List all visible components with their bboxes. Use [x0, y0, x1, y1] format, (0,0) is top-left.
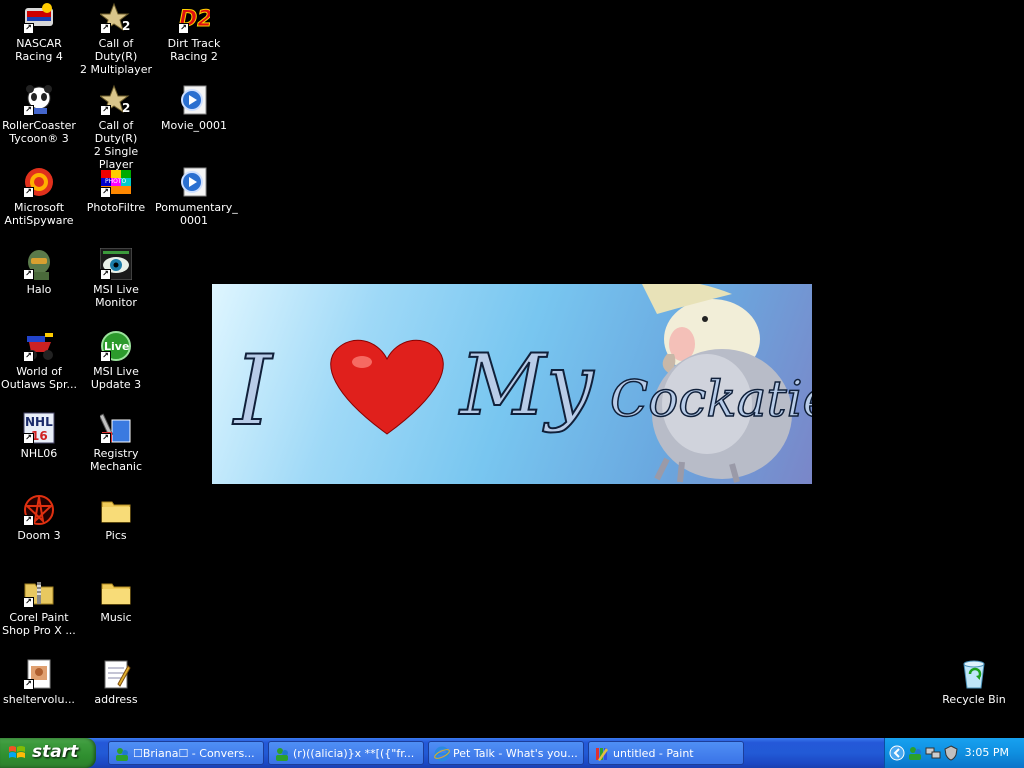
pentagram-icon: ↗ [23, 494, 55, 526]
windows-flag-icon [9, 746, 25, 758]
svg-text:2: 2 [122, 19, 130, 33]
recycle-bin-icon [958, 658, 990, 690]
media-file-icon [178, 84, 210, 116]
desktop-icon-microsoft-antispyware[interactable]: ↗ Microsoft AntiSpyware [0, 164, 78, 244]
icon-label: Recycle Bin [942, 693, 1006, 706]
icon-label: RollerCoaster Tycoon® 3 [2, 119, 76, 145]
desktop-icon-call-of-duty-2-multiplayer[interactable]: 2 ↗ Call of Duty(R) 2 Multiplayer [77, 0, 155, 80]
desktop-icon-call-of-duty-2-single-player[interactable]: 2 ↗ Call of Duty(R) 2 Single Player [77, 82, 155, 171]
messenger-icon [116, 748, 128, 761]
svg-text:NHL: NHL [25, 415, 53, 429]
start-button[interactable]: start [0, 738, 96, 768]
chevron-left-icon[interactable] [889, 745, 905, 761]
photofiltre-icon: PHOTO ↗ [100, 166, 132, 198]
banner-word-cockatiel: Cockatiel [610, 370, 812, 428]
security-shield-icon[interactable] [943, 745, 959, 761]
call-of-duty-star-icon: 2 ↗ [98, 84, 132, 116]
wrench-tools-icon: ↗ [98, 412, 132, 444]
taskbar: start ☐Briana☐ - Convers... (r)((alicia)… [0, 738, 1024, 768]
live-update-icon: Live ↗ [100, 330, 132, 362]
notepad-icon [100, 658, 132, 690]
banner-word-i: I [232, 335, 274, 447]
paint-icon [596, 748, 608, 761]
messenger-icon [276, 748, 288, 761]
network-icon[interactable] [925, 745, 941, 761]
desktop-icon-nascar-racing-4[interactable]: ↗ NASCAR Racing 4 [0, 0, 78, 80]
icon-label: PhotoFiltre [86, 201, 146, 214]
icon-label: sheltervolu... [3, 693, 75, 706]
task-label: Pet Talk - What's you... [453, 747, 578, 760]
wallpaper-banner: I My Cockatiel [212, 284, 812, 484]
desktop-icon-corel-paint-shop-pro[interactable]: ↗ Corel Paint Shop Pro X ... [0, 574, 78, 654]
icon-label: NHL06 [20, 447, 58, 460]
task-label: ☐Briana☐ - Convers... [133, 747, 255, 760]
icon-label: Pics [105, 529, 127, 542]
desktop-icon-pomumentary-0001[interactable]: Pomumentary_ 0001 [155, 164, 238, 244]
heart-icon [330, 339, 444, 435]
folder-icon [100, 576, 132, 608]
folder-icon [100, 494, 132, 526]
icon-label: Doom 3 [17, 529, 61, 542]
icon-label: MSI Live Monitor [93, 283, 139, 309]
desktop-icon-rollercoaster-tycoon-3[interactable]: ↗ RollerCoaster Tycoon® 3 [0, 82, 78, 162]
svg-text:2: 2 [122, 101, 130, 115]
icon-label: Dirt Track Racing 2 [167, 37, 221, 63]
icon-label: Corel Paint Shop Pro X ... [2, 611, 76, 637]
desktop-icon-doom-3[interactable]: ↗ Doom 3 [0, 492, 78, 572]
call-of-duty-star-icon: 2 ↗ [98, 2, 132, 34]
desktop-icon-msi-live-update-3[interactable]: Live ↗ MSI Live Update 3 [77, 328, 155, 408]
zip-archive-icon: ↗ [23, 576, 55, 608]
desktop-icon-halo[interactable]: ↗ Halo [0, 246, 78, 326]
taskbar-clock[interactable]: 3:05 PM [965, 746, 1009, 759]
banner-word-my: My [458, 336, 595, 434]
desktop-icon-music-folder[interactable]: Music [77, 574, 155, 654]
icon-label: address [94, 693, 138, 706]
start-label: start [32, 742, 79, 762]
system-tray: 3:05 PM [884, 738, 1024, 768]
icon-label: Microsoft AntiSpyware [4, 201, 74, 227]
nhl-logo-icon: NHL 16 ↗ [23, 412, 55, 444]
dirt-track-logo-icon: D2 ↗ [178, 2, 213, 34]
icon-label: Music [100, 611, 132, 624]
desktop-icon-world-of-outlaws[interactable]: ↗ World of Outlaws Spr... [0, 328, 78, 408]
desktop-icon-registry-mechanic[interactable]: ↗ Registry Mechanic [77, 410, 155, 490]
desktop-icon-address[interactable]: address [77, 656, 155, 736]
desktop-icon-photofiltre[interactable]: PHOTO ↗ PhotoFiltre [77, 164, 155, 244]
antispyware-icon: ↗ [23, 166, 55, 198]
desktop-icon-pics-folder[interactable]: Pics [77, 492, 155, 572]
svg-text:PHOTO: PHOTO [105, 178, 127, 185]
desktop-icon-sheltervolu[interactable]: ↗ sheltervolu... [0, 656, 78, 736]
icon-label: Halo [26, 283, 52, 296]
desktop-icon-msi-live-monitor[interactable]: ↗ MSI Live Monitor [77, 246, 155, 326]
eye-monitor-icon: ↗ [99, 247, 133, 281]
taskbar-button-paint[interactable]: untitled - Paint [588, 741, 744, 765]
internet-explorer-icon [434, 746, 450, 762]
icon-label: Call of Duty(R) 2 Multiplayer [80, 37, 152, 76]
desktop-icon-nhl06[interactable]: NHL 16 ↗ NHL06 [0, 410, 78, 490]
task-label: untitled - Paint [613, 747, 694, 760]
desktop-icon-movie-0001[interactable]: Movie_0001 [155, 82, 233, 162]
icon-label: Movie_0001 [160, 119, 228, 132]
desktop-icon-dirt-track-racing-2[interactable]: D2 ↗ Dirt Track Racing 2 [155, 0, 233, 80]
icon-label: MSI Live Update 3 [90, 365, 142, 391]
taskbar-button-pet-talk[interactable]: Pet Talk - What's you... [428, 741, 584, 765]
messenger-tray-icon[interactable] [907, 745, 923, 761]
taskbar-button-conversation[interactable]: ☐Briana☐ - Convers... [108, 741, 264, 765]
panda-icon: ↗ [23, 84, 55, 116]
taskbar-button-alicia-chat[interactable]: (r)((alicia)}x **[({"fr... [268, 741, 424, 765]
halo-helmet-icon: ↗ [23, 248, 55, 280]
icon-label: Pomumentary_ 0001 [155, 201, 238, 227]
image-file-icon: ↗ [23, 658, 55, 690]
sprint-car-icon: ↗ [23, 330, 55, 362]
media-file-icon [178, 166, 210, 198]
icon-label: NASCAR Racing 4 [15, 37, 63, 63]
icon-label: Registry Mechanic [89, 447, 143, 473]
icon-label: World of Outlaws Spr... [1, 365, 77, 391]
desktop-icon-recycle-bin[interactable]: Recycle Bin [935, 656, 1013, 736]
task-label: (r)((alicia)}x **[({"fr... [293, 747, 415, 760]
nascar-icon: ↗ [23, 2, 55, 34]
